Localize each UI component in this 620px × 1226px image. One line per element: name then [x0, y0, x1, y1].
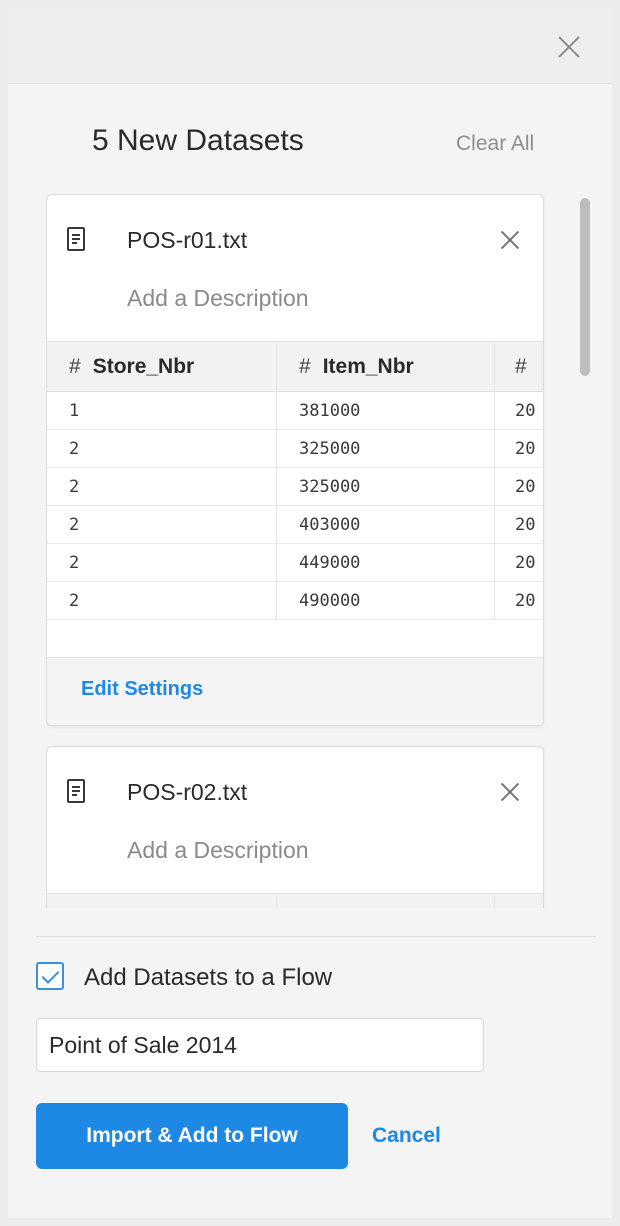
dataset-preview-table [47, 893, 543, 908]
table-cell: 2 [47, 430, 277, 467]
table-row: 1 381000 20 [47, 392, 543, 430]
table-row: 2 449000 20 [47, 544, 543, 582]
import-datasets-panel: 5 New Datasets Clear All POS-r01.txt Add… [8, 8, 612, 1218]
table-row: 2 403000 20 [47, 506, 543, 544]
flow-name-input[interactable] [36, 1018, 484, 1072]
table-cell: 20 [515, 438, 536, 459]
number-type-icon: # [69, 354, 81, 378]
table-cell: 490000 [277, 582, 495, 619]
cancel-button[interactable]: Cancel [372, 1124, 441, 1148]
add-to-flow-label[interactable]: Add Datasets to a Flow [84, 964, 332, 992]
table-cell: 403000 [277, 506, 495, 543]
table-cell: 20 [515, 476, 536, 497]
number-type-icon: # [515, 354, 527, 378]
table-cell: 2 [47, 582, 277, 619]
dataset-card: POS-r02.txt Add a Description [46, 746, 544, 908]
dataset-card: POS-r01.txt Add a Description # Store_Nb… [46, 194, 544, 726]
file-text-icon [67, 779, 85, 803]
table-cell: 1 [47, 392, 277, 429]
column-header-label: Store_Nbr [92, 354, 195, 378]
dataset-preview-table: # Store_Nbr # Item_Nbr # 1 381000 20 2 3… [47, 341, 543, 620]
dataset-file-name: POS-r01.txt [127, 227, 248, 253]
close-panel-icon[interactable] [556, 34, 582, 60]
table-cell: 20 [515, 552, 536, 573]
table-cell: 325000 [277, 430, 495, 467]
table-cell: 381000 [277, 392, 495, 429]
dataset-file-name: POS-r02.txt [127, 779, 248, 805]
table-cell: 20 [515, 400, 536, 421]
clear-all-button[interactable]: Clear All [456, 132, 534, 156]
column-header[interactable]: # Store_Nbr [47, 342, 277, 391]
column-header[interactable] [47, 894, 277, 908]
dataset-description-field[interactable]: Add a Description [127, 837, 309, 864]
column-header[interactable]: # [495, 342, 543, 391]
column-header[interactable] [277, 894, 495, 908]
table-row: 2 325000 20 [47, 468, 543, 506]
number-type-icon: # [299, 354, 311, 378]
table-row: 2 490000 20 [47, 582, 543, 620]
dataset-card-footer: Edit Settings [47, 657, 543, 725]
edit-settings-link[interactable]: Edit Settings [81, 678, 203, 701]
table-cell: 20 [515, 590, 536, 611]
table-cell: 325000 [277, 468, 495, 505]
list-scrollbar[interactable] [580, 198, 590, 376]
table-cell: 2 [47, 468, 277, 505]
table-header-row [47, 894, 543, 908]
column-header-label: Item_Nbr [322, 354, 414, 378]
table-row: 2 325000 20 [47, 430, 543, 468]
file-text-icon [67, 227, 85, 251]
table-cell: 20 [515, 514, 536, 535]
datasets-list[interactable]: POS-r01.txt Add a Description # Store_Nb… [46, 194, 546, 908]
remove-dataset-icon[interactable] [499, 781, 521, 803]
section-divider [36, 936, 596, 937]
table-header-row: # Store_Nbr # Item_Nbr # [47, 342, 543, 392]
import-add-to-flow-button[interactable]: Import & Add to Flow [36, 1103, 348, 1169]
add-to-flow-checkbox[interactable] [36, 962, 64, 990]
table-cell: 2 [47, 544, 277, 581]
table-cell: 449000 [277, 544, 495, 581]
column-header[interactable] [495, 894, 543, 908]
table-cell: 2 [47, 506, 277, 543]
remove-dataset-icon[interactable] [499, 229, 521, 251]
column-header[interactable]: # Item_Nbr [277, 342, 495, 391]
dataset-description-field[interactable]: Add a Description [127, 285, 309, 312]
panel-header [8, 8, 612, 84]
panel-title: 5 New Datasets [92, 124, 304, 157]
